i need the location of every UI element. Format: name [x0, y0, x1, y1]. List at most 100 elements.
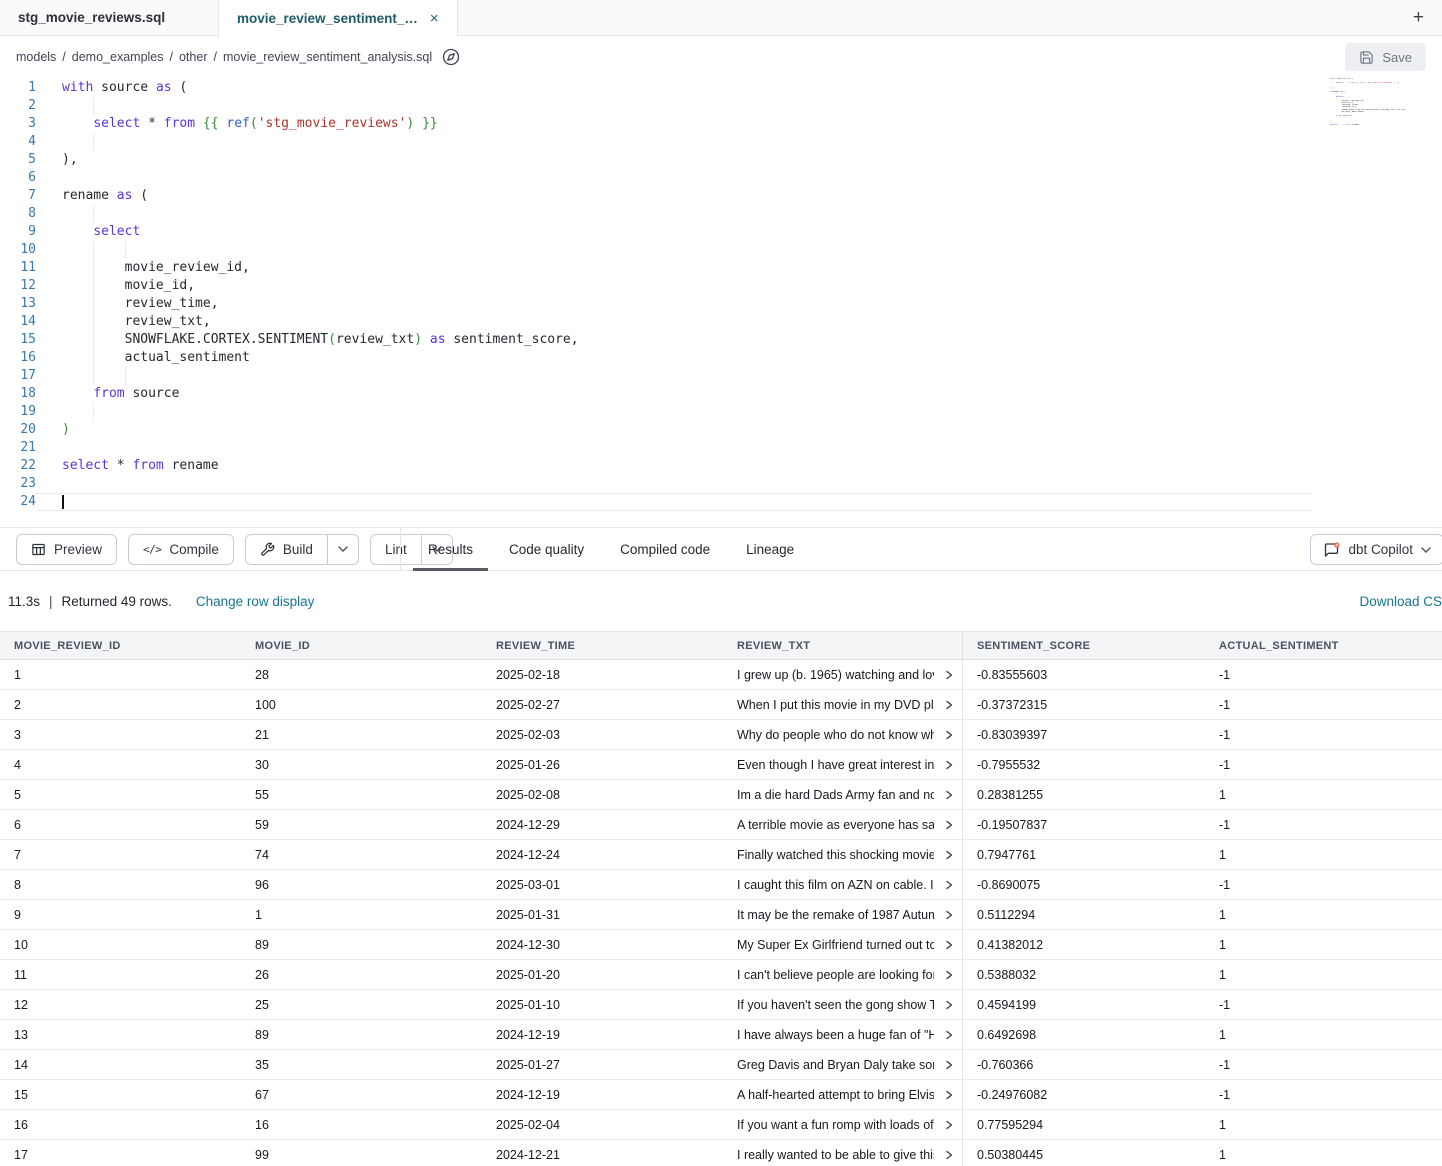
code-line-content: actual_sentiment	[36, 349, 1311, 367]
expand-review-button[interactable]	[944, 1060, 954, 1070]
breadcrumb-segment-other: other	[179, 50, 208, 64]
cell-actual-sentiment: -1	[1219, 1058, 1230, 1072]
tab-lineage[interactable]: Lineage	[731, 528, 809, 570]
code-lines: 1 with source as ( 2 3 select * from {{ …	[0, 78, 1442, 511]
expand-review-button[interactable]	[944, 850, 954, 860]
cell-movie-review-id: 17	[14, 1148, 28, 1162]
cell-review-time: 2025-01-20	[496, 968, 560, 982]
tab-label: Compiled code	[620, 542, 710, 557]
code-line-content	[36, 367, 1311, 385]
column-header-review-txt: REVIEW_TXT	[723, 632, 963, 659]
expand-review-button[interactable]	[944, 1030, 954, 1040]
expand-review-button[interactable]	[944, 790, 954, 800]
close-tab-icon[interactable]: ×	[430, 11, 439, 26]
dbt-copilot-button[interactable]: dbt Copilot	[1310, 534, 1442, 565]
expand-review-button[interactable]	[944, 700, 954, 710]
indent-guide	[93, 403, 94, 421]
expand-review-button[interactable]	[944, 820, 954, 830]
code-editor[interactable]: 1 with source as ( 2 3 select * from {{ …	[0, 78, 1442, 527]
cell-sentiment-score: 0.50380445	[977, 1148, 1043, 1162]
cell-review-txt: I really wanted to be able to give this …	[737, 1148, 934, 1162]
tab-code-quality[interactable]: Code quality	[494, 528, 599, 570]
code-line-content: review_time,	[36, 295, 1311, 313]
compile-button[interactable]: </> Compile	[128, 534, 234, 565]
cell-actual-sentiment: 1	[1219, 968, 1226, 982]
cell-sentiment-score: -0.83555603	[977, 668, 1047, 682]
cell-movie-id: 59	[255, 818, 269, 832]
cell-actual-sentiment: -1	[1219, 1088, 1230, 1102]
expand-review-button[interactable]	[944, 670, 954, 680]
code-line-content: select * from rename	[36, 457, 1311, 475]
cell-actual-sentiment: 1	[1219, 938, 1226, 952]
table-row: 11 26 2025-01-20 I can't believe people …	[0, 960, 1442, 990]
chevron-right-icon	[944, 790, 954, 800]
tab-movie-review-sentiment[interactable]: movie_review_sentiment_… ×	[218, 0, 458, 37]
chevron-right-icon	[944, 820, 954, 830]
code-line-content: from source	[36, 385, 1311, 403]
build-button[interactable]: Build	[246, 535, 327, 564]
indent-guide	[93, 241, 94, 259]
indent-guide	[93, 313, 94, 331]
tab-compiled-code[interactable]: Compiled code	[605, 528, 725, 570]
line-number: 5	[0, 151, 36, 169]
cell-review-txt: If you haven't seen the gong show TV s…	[737, 998, 934, 1012]
indent-guide	[93, 331, 94, 349]
change-row-display-link[interactable]: Change row display	[196, 594, 315, 609]
cell-movie-review-id: 5	[14, 788, 21, 802]
table-row: 3 21 2025-02-03 Why do people who do not…	[0, 720, 1442, 750]
results-table-header: MOVIE_REVIEW_ID MOVIE_ID REVIEW_TIME REV…	[0, 631, 1442, 660]
compass-icon[interactable]	[442, 48, 460, 66]
minimap[interactable]: with source as ( select * from {{ ref('s…	[1330, 78, 1405, 131]
cell-movie-id: 89	[255, 938, 269, 952]
expand-review-button[interactable]	[944, 1120, 954, 1130]
table-row: 9 1 2025-01-31 It may be the remake of 1…	[0, 900, 1442, 930]
breadcrumb-separator: /	[62, 50, 65, 64]
code-line-content	[36, 169, 1311, 187]
expand-review-button[interactable]	[944, 910, 954, 920]
build-split-button: Build	[245, 534, 359, 565]
new-tab-button[interactable]: +	[1395, 0, 1442, 35]
code-line: 14 review_txt,	[0, 313, 1442, 331]
expand-review-button[interactable]	[944, 970, 954, 980]
expand-review-button[interactable]	[944, 730, 954, 740]
cell-movie-review-id: 10	[14, 938, 28, 952]
code-line: 10	[0, 241, 1442, 259]
cell-review-txt: If you want a fun romp with loads of s…	[737, 1118, 934, 1132]
tab-results[interactable]: Results	[413, 528, 488, 570]
expand-review-button[interactable]	[944, 880, 954, 890]
code-line-content: select	[36, 223, 1311, 241]
cell-review-time: 2024-12-19	[496, 1028, 560, 1042]
expand-review-button[interactable]	[944, 940, 954, 950]
breadcrumb-separator: /	[170, 50, 173, 64]
download-csv-link[interactable]: Download CSV	[1359, 594, 1442, 609]
tab-stg-movie-reviews[interactable]: stg_movie_reviews.sql	[0, 0, 218, 35]
chevron-right-icon	[944, 1060, 954, 1070]
cell-review-txt: I have always been a huge fan of "Hom…	[737, 1028, 934, 1042]
code-line: 21	[0, 439, 1442, 457]
line-number: 15	[0, 331, 36, 349]
cell-movie-id: 89	[255, 1028, 269, 1042]
preview-label: Preview	[54, 542, 102, 557]
expand-review-button[interactable]	[944, 1150, 954, 1160]
table-row: 15 67 2024-12-19 A half-hearted attempt …	[0, 1080, 1442, 1110]
preview-button[interactable]: Preview	[16, 534, 117, 565]
expand-review-button[interactable]	[944, 1090, 954, 1100]
line-number: 22	[0, 457, 36, 475]
cell-review-time: 2025-03-01	[496, 878, 560, 892]
save-label: Save	[1382, 50, 1412, 65]
expand-review-button[interactable]	[944, 1000, 954, 1010]
build-dropdown-button[interactable]	[327, 535, 358, 564]
cell-movie-review-id: 3	[14, 728, 21, 742]
cell-review-time: 2024-12-30	[496, 938, 560, 952]
cell-actual-sentiment: -1	[1219, 698, 1230, 712]
cell-review-txt: A half-hearted attempt to bring Elvis P…	[737, 1088, 934, 1102]
cell-movie-id: 100	[255, 698, 276, 712]
chevron-right-icon	[944, 970, 954, 980]
tab-label: Code quality	[509, 542, 584, 557]
save-button[interactable]: Save	[1345, 43, 1426, 71]
line-number: 6	[0, 169, 36, 187]
expand-review-button[interactable]	[944, 760, 954, 770]
line-number: 24	[0, 493, 36, 511]
cell-actual-sentiment: -1	[1219, 728, 1230, 742]
code-line: 1 with source as (	[0, 79, 1442, 97]
